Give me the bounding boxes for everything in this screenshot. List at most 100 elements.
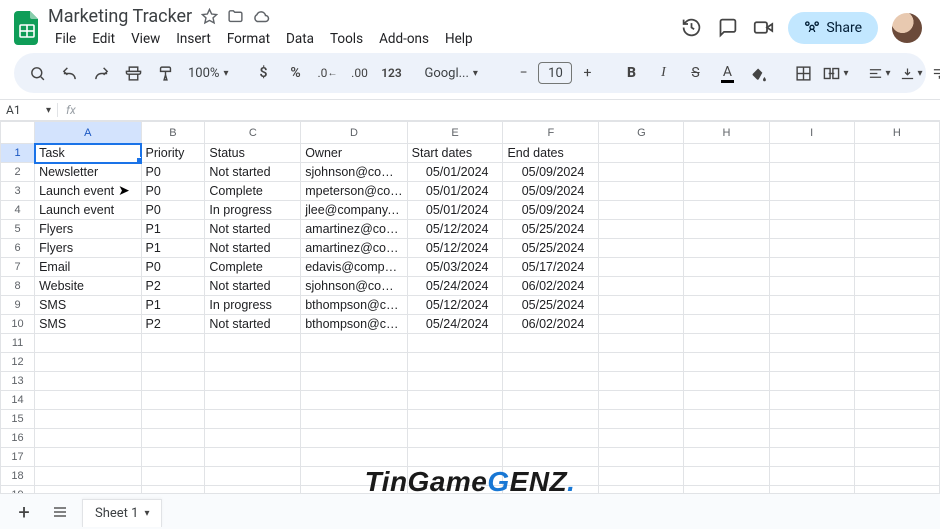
col-header[interactable]: H [684,122,769,144]
row-header[interactable]: 18 [1,467,35,486]
cell[interactable] [769,467,854,486]
cell[interactable] [769,144,854,163]
cell[interactable] [301,486,407,494]
cell[interactable] [599,372,684,391]
cell[interactable] [599,144,684,163]
cell[interactable] [407,448,503,467]
cell[interactable]: 05/17/2024 [503,258,599,277]
cell[interactable] [854,372,939,391]
cell[interactable] [205,353,301,372]
cell[interactable]: 05/09/2024 [503,201,599,220]
cell[interactable] [503,429,599,448]
cell[interactable] [769,163,854,182]
cell[interactable] [769,372,854,391]
col-header[interactable]: H [854,122,939,144]
col-header[interactable]: D [301,122,407,144]
cell[interactable] [769,182,854,201]
cell[interactable] [684,410,769,429]
cell[interactable]: SMS [35,296,141,315]
cell[interactable] [599,315,684,334]
redo-icon[interactable] [88,59,114,87]
cell[interactable] [35,448,141,467]
cell[interactable] [35,353,141,372]
cell[interactable] [503,353,599,372]
cell[interactable] [205,334,301,353]
row-header[interactable]: 10 [1,315,35,334]
cell[interactable] [769,334,854,353]
cell[interactable] [141,410,205,429]
select-all-corner[interactable] [1,122,35,144]
cell[interactable]: Not started [205,220,301,239]
font-family-select[interactable]: Googl...▾ [422,66,492,81]
cell[interactable] [503,448,599,467]
cell[interactable] [769,353,854,372]
sheet-tab[interactable]: Sheet 1▾ [82,499,162,527]
history-icon[interactable] [680,17,702,39]
sheets-logo-icon[interactable] [14,11,40,45]
cell[interactable]: In progress [205,201,301,220]
add-sheet-button[interactable]: + [10,498,38,526]
cell[interactable]: 05/25/2024 [503,220,599,239]
cell[interactable] [599,448,684,467]
cell[interactable]: jlee@company.com [301,201,407,220]
cell[interactable] [684,296,769,315]
cell[interactable] [769,296,854,315]
cell[interactable] [769,239,854,258]
cell[interactable]: Flyers [35,239,141,258]
menu-file[interactable]: File [48,29,83,49]
cell[interactable] [205,391,301,410]
cell[interactable] [503,486,599,494]
cell[interactable] [854,258,939,277]
cell[interactable] [599,486,684,494]
decrease-decimal-icon[interactable]: .0← [314,59,340,87]
cell[interactable] [407,334,503,353]
row-header[interactable]: 9 [1,296,35,315]
percent-icon[interactable]: % [282,59,308,87]
cell[interactable] [407,353,503,372]
row-header[interactable]: 15 [1,410,35,429]
wrap-icon[interactable]: ▾ [930,59,940,87]
cell[interactable] [684,315,769,334]
share-button[interactable]: Share [788,12,878,44]
cell[interactable] [301,410,407,429]
cell[interactable]: 06/02/2024 [503,315,599,334]
row-header[interactable]: 16 [1,429,35,448]
cell[interactable]: P1 [141,296,205,315]
cell[interactable] [407,486,503,494]
merge-cells-icon[interactable]: ▾ [822,59,848,87]
cell[interactable]: Not started [205,277,301,296]
col-header[interactable]: F [503,122,599,144]
cell[interactable] [35,429,141,448]
name-box[interactable]: A1▾ [0,103,58,117]
cell[interactable]: Priority [141,144,205,163]
cell[interactable] [407,372,503,391]
cell[interactable]: 05/01/2024 [407,182,503,201]
cell[interactable] [301,467,407,486]
row-header[interactable]: 19 [1,486,35,494]
cell[interactable]: Flyers [35,220,141,239]
menu-tools[interactable]: Tools [323,29,370,49]
cell[interactable]: SMS [35,315,141,334]
cell[interactable]: amartinez@comp... [301,220,407,239]
cell[interactable]: 05/12/2024 [407,220,503,239]
cell[interactable]: P2 [141,277,205,296]
cell[interactable]: P1 [141,220,205,239]
row-header[interactable]: 17 [1,448,35,467]
col-header[interactable]: I [769,122,854,144]
menu-help[interactable]: Help [438,29,480,49]
row-header[interactable]: 14 [1,391,35,410]
cell[interactable]: 05/24/2024 [407,315,503,334]
cell[interactable] [301,429,407,448]
paint-format-icon[interactable] [152,59,178,87]
cell[interactable] [769,277,854,296]
cell[interactable]: 05/12/2024 [407,296,503,315]
cell[interactable] [599,467,684,486]
cell[interactable] [769,391,854,410]
row-header[interactable]: 1 [1,144,35,163]
cell[interactable] [769,448,854,467]
cell[interactable] [141,353,205,372]
cell[interactable] [301,353,407,372]
cell[interactable] [769,429,854,448]
menu-format[interactable]: Format [220,29,277,49]
cell[interactable] [599,410,684,429]
